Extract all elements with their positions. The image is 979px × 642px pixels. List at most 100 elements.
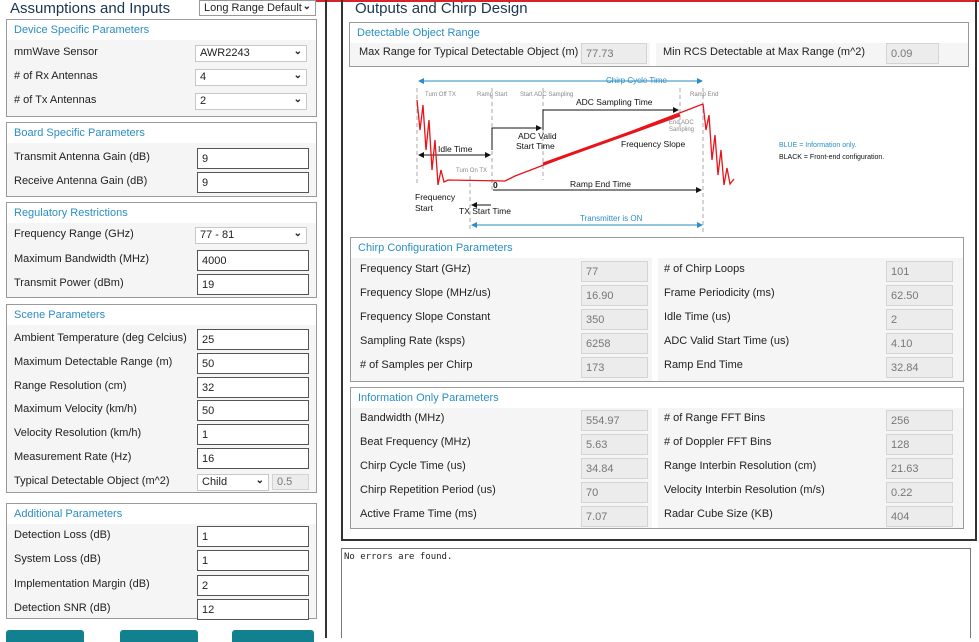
param-value: 70: [581, 482, 648, 503]
field-label: Measurement Rate (Hz): [14, 451, 132, 463]
field-input[interactable]: 50: [197, 352, 309, 374]
param-value: 2: [886, 309, 953, 330]
param-label: Frequency Start (GHz): [360, 263, 471, 275]
param-label: # of Samples per Chirp: [360, 359, 473, 371]
svg-text:TX Start Time: TX Start Time: [459, 206, 511, 216]
object-rcs-value: 0.5: [272, 473, 309, 490]
param-label: Frequency Slope Constant: [360, 311, 491, 323]
svg-text:Sampling: Sampling: [669, 127, 694, 133]
svg-text:Frequency Slope: Frequency Slope: [621, 139, 686, 149]
field-input[interactable]: 2: [197, 574, 309, 596]
param-label: Beat Frequency (MHz): [360, 436, 471, 448]
field-input[interactable]: 16: [197, 448, 309, 469]
param-value: 7.07: [581, 506, 648, 527]
param-label: Velocity Interbin Resolution (m/s): [664, 484, 825, 496]
svg-text:End ADC: End ADC: [669, 120, 694, 126]
param-value: 62.50: [886, 285, 953, 306]
chirp-cycle-label: Chirp Cycle Time: [606, 76, 667, 85]
section-header: Information Only Parameters: [358, 392, 499, 404]
svg-text:ADC Valid: ADC Valid: [518, 131, 557, 141]
additional-section: Additional Parameters Detection Loss (dB)…: [6, 503, 317, 620]
param-label: Idle Time (us): [664, 311, 731, 323]
field-label: Typical Detectable Object (m^2): [14, 474, 170, 487]
param-label: # of Range FFT Bins: [664, 412, 766, 424]
field-label: Maximum Bandwidth (MHz): [14, 252, 150, 265]
param-label: # of Doppler FFT Bins: [664, 436, 772, 448]
info-section: Information Only Parameters Bandwidth (MH…: [350, 387, 964, 529]
svg-text:Frequency: Frequency: [415, 192, 456, 202]
param-label: Chirp Cycle Time (us): [360, 460, 466, 472]
action-button-3[interactable]: [232, 630, 314, 642]
svg-text:Turn On TX: Turn On TX: [456, 168, 487, 174]
field-input[interactable]: 25: [197, 329, 309, 350]
field-input[interactable]: 1: [197, 526, 309, 547]
svg-text:Ramp End: Ramp End: [690, 92, 718, 98]
param-label: Sampling Rate (ksps): [360, 335, 466, 347]
field-input[interactable]: 1: [197, 424, 309, 446]
section-header: Scene Parameters: [14, 309, 106, 321]
param-label: Chirp Repetition Period (us): [360, 484, 496, 496]
svg-text:Transmitter is ON: Transmitter is ON: [580, 214, 643, 223]
field-label: Velocity Resolution (km/h): [14, 427, 142, 440]
field-input[interactable]: 19: [197, 274, 309, 295]
field-input[interactable]: 1: [197, 550, 309, 572]
chirp-timing-diagram: Chirp Cycle Time Turn Off TX Ramp Start …: [415, 76, 884, 232]
field-label: Range Resolution (cm): [14, 379, 127, 392]
param-value: 4.10: [886, 333, 953, 354]
chirp-section: Chirp Configuration Parameters Frequency …: [350, 237, 964, 382]
svg-text:ADC Sampling Time: ADC Sampling Time: [576, 97, 653, 107]
param-value: 101: [886, 261, 953, 282]
param-value: 16.90: [581, 285, 648, 306]
param-value: 173: [581, 357, 648, 378]
param-value: 404: [886, 506, 953, 527]
field-label: Ambient Temperature (deg Celcius): [14, 332, 187, 344]
object-select[interactable]: Child ⌄: [197, 473, 269, 491]
param-value: 554.97: [581, 410, 648, 431]
param-value: 5.63: [581, 434, 648, 455]
param-value: 32.84: [886, 357, 953, 378]
param-value: 256: [886, 410, 953, 431]
svg-text:Start ADC Sampling: Start ADC Sampling: [520, 92, 573, 98]
error-message: No errors are found.: [344, 552, 453, 562]
svg-text:Start: Start: [415, 203, 434, 213]
field-label: Detection SNR (dB): [14, 601, 111, 614]
error-log[interactable]: No errors are found.: [341, 548, 971, 638]
svg-text:Turn Off TX: Turn Off TX: [425, 92, 456, 98]
svg-text:Ramp End Time: Ramp End Time: [570, 179, 631, 189]
action-button-2[interactable]: [120, 630, 198, 642]
param-label: Bandwidth (MHz): [360, 412, 445, 424]
svg-text:BLACK = Front-end configuratio: BLACK = Front-end configuration.: [779, 154, 884, 161]
field-input[interactable]: 4000: [197, 249, 309, 271]
param-label: # of Chirp Loops: [664, 263, 745, 275]
field-label: Transmit Power (dBm): [14, 277, 124, 289]
param-value: 6258: [581, 333, 648, 354]
chevron-down-icon: ⌄: [255, 474, 264, 486]
svg-text:BLUE = Information only.: BLUE = Information only.: [779, 142, 857, 149]
field-input[interactable]: 32: [197, 376, 309, 398]
action-button-1[interactable]: [6, 630, 84, 642]
param-label: Ramp End Time: [664, 359, 743, 371]
param-value: 0.22: [886, 482, 953, 503]
field-label: Implementation Margin (dB): [14, 577, 150, 590]
svg-text:0: 0: [493, 180, 498, 190]
param-value: 77: [581, 261, 648, 282]
section-header: Additional Parameters: [14, 508, 123, 520]
param-label: Frame Periodicity (ms): [664, 287, 775, 299]
section-header: Chirp Configuration Parameters: [358, 242, 513, 254]
param-label: Active Frame Time (ms): [360, 508, 477, 520]
field-label: Maximum Velocity (km/h): [14, 403, 137, 416]
svg-text:Ramp Start: Ramp Start: [477, 92, 508, 98]
param-label: ADC Valid Start Time (us): [664, 335, 790, 347]
param-value: 350: [581, 309, 648, 330]
scene-section: Scene Parameters Ambient Temperature (deg…: [6, 304, 317, 493]
field-input[interactable]: 12: [197, 598, 309, 620]
select-value: Child: [202, 475, 228, 488]
svg-text:Idle Time: Idle Time: [438, 144, 473, 154]
svg-text:Start Time: Start Time: [516, 141, 555, 151]
param-value: 21.63: [886, 458, 953, 479]
param-value: 128: [886, 434, 953, 455]
param-value: 34.84: [581, 458, 648, 479]
field-label: Maximum Detectable Range (m): [14, 355, 173, 368]
param-label: Range Interbin Resolution (cm): [664, 460, 817, 472]
field-input[interactable]: 50: [197, 400, 309, 422]
